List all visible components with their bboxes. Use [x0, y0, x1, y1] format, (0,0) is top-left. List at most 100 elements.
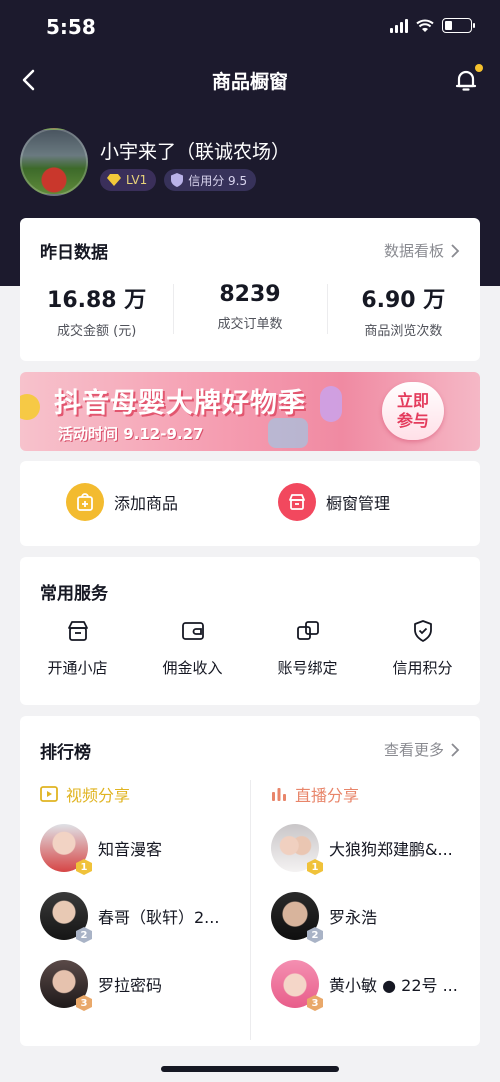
user-name: 小宇来了（联诚农场）	[100, 141, 291, 163]
service-commission[interactable]: 佣金收入	[135, 617, 250, 678]
avatar: 2	[271, 892, 323, 943]
join-label-2: 参与	[396, 411, 429, 430]
shop-icon	[67, 621, 88, 641]
rank-name: 大狼狗郑建鹏&...	[329, 840, 453, 859]
join-now-button[interactable]: 立即 参与	[382, 382, 444, 440]
stat-unit: 万	[124, 288, 147, 313]
wifi-icon	[416, 19, 434, 32]
shield-icon	[171, 173, 184, 187]
credit-text: 信用分 9.5	[188, 173, 248, 188]
service-credit-score[interactable]: 信用积分	[365, 617, 480, 678]
services-grid: 开通小店 佣金收入 账号绑定 信用积分	[20, 617, 480, 678]
live-share-tab[interactable]: 直播分享	[271, 782, 359, 806]
play-icon	[40, 786, 58, 802]
avatar: 2	[40, 892, 92, 943]
list-item[interactable]: 2 罗永浩	[271, 892, 471, 943]
live-share-label: 直播分享	[295, 786, 360, 805]
join-label-1: 立即	[396, 391, 429, 410]
service-label: 开通小店	[47, 659, 108, 677]
rank-number: 1	[76, 859, 92, 875]
rank-name: 罗拉密码	[98, 976, 163, 995]
rank-number: 3	[76, 995, 92, 1011]
manage-window-label: 橱窗管理	[326, 494, 391, 513]
status-icons	[390, 18, 475, 33]
bar-chart-icon	[272, 788, 286, 801]
page-title: 商品橱窗	[211, 71, 288, 93]
live-ranking-column: 直播分享 1 大狼狗郑建鹏&... 2 罗永浩 3 黄小敏 ● 22号 ...	[250, 780, 480, 1040]
stat-orders[interactable]: 8239 成交订单数	[173, 282, 326, 339]
notification-dot	[475, 64, 483, 72]
service-label: 佣金收入	[162, 659, 223, 677]
yesterday-data-card: 昨日数据 数据看板 16.88 万 成交金额 (元) 8239 成交订单数 6.…	[20, 218, 480, 361]
bag-plus-icon	[66, 483, 104, 521]
list-item[interactable]: 1 知音漫客	[40, 824, 240, 875]
notifications-button[interactable]	[452, 64, 483, 94]
banner-date: 活动时间 9.12-9.27	[58, 425, 204, 443]
see-more-label: 查看更多	[383, 741, 444, 759]
bottle-decoration	[320, 386, 342, 422]
see-more-link[interactable]: 查看更多	[384, 739, 460, 760]
list-item[interactable]: 2 春哥（耿轩）2...	[40, 892, 240, 943]
home-indicator[interactable]	[161, 1066, 339, 1072]
rank-name: 知音漫客	[98, 840, 163, 859]
avatar: 1	[271, 824, 323, 875]
banner-title: 抖音母婴大牌好物季	[54, 388, 306, 419]
data-dashboard-label: 数据看板	[383, 242, 444, 260]
stat-label: 成交订单数	[217, 317, 283, 332]
credit-badge[interactable]: 信用分 9.5	[164, 169, 257, 191]
avatar: 3	[271, 960, 323, 1011]
stat-value: 16.88	[47, 288, 117, 313]
data-dashboard-link[interactable]: 数据看板	[384, 240, 460, 261]
avatar: 3	[40, 960, 92, 1011]
promo-banner[interactable]: 抖音母婴大牌好物季 活动时间 9.12-9.27 立即 参与	[20, 372, 480, 451]
add-product-label: 添加商品	[114, 494, 179, 513]
store-icon	[278, 483, 316, 521]
ranking-title: 排行榜	[40, 743, 91, 763]
service-label: 信用积分	[392, 659, 453, 677]
shield-check-icon	[413, 620, 432, 642]
list-item[interactable]: 3 罗拉密码	[40, 960, 240, 1011]
rank-name: 罗永浩	[329, 908, 378, 927]
stat-value: 6.90	[361, 288, 416, 313]
rank-number: 2	[307, 927, 323, 943]
manage-window-button[interactable]: 橱窗管理	[278, 483, 390, 521]
battery-icon	[442, 18, 475, 33]
signal-icon	[390, 18, 408, 33]
data-card-title: 昨日数据	[40, 243, 108, 263]
rank-name: 黄小敏 ● 22号 ...	[329, 976, 458, 995]
stat-unit: 万	[423, 288, 446, 313]
service-account-binding[interactable]: 账号绑定	[250, 617, 365, 678]
quick-actions-card: 添加商品 橱窗管理	[20, 461, 480, 546]
list-item[interactable]: 1 大狼狗郑建鹏&...	[271, 824, 471, 875]
nav-bar: 商品橱窗	[0, 56, 500, 104]
service-open-shop[interactable]: 开通小店	[20, 617, 135, 678]
services-title: 常用服务	[40, 584, 108, 604]
stats-row: 16.88 万 成交金额 (元) 8239 成交订单数 6.90 万 商品浏览次…	[20, 282, 480, 339]
level-badge[interactable]: LV1	[100, 169, 157, 191]
video-share-tab[interactable]: 视频分享	[40, 782, 130, 806]
logo-decoration	[268, 418, 308, 448]
badges: LV1 信用分 9.5	[100, 169, 257, 191]
diamond-icon	[107, 174, 121, 186]
chevron-right-icon	[451, 742, 460, 757]
stat-gmv[interactable]: 16.88 万 成交金额 (元)	[20, 282, 173, 339]
video-share-label: 视频分享	[66, 786, 131, 805]
ranking-card: 排行榜 查看更多 视频分享 1 知音漫客 2 春哥（耿轩）2... 3 罗拉密码…	[20, 716, 480, 1046]
stat-views[interactable]: 6.90 万 商品浏览次数	[326, 282, 480, 339]
status-bar: 5:58	[0, 0, 500, 56]
rank-number: 2	[76, 927, 92, 943]
bell-decoration	[20, 394, 40, 420]
rank-number: 3	[307, 995, 323, 1011]
stat-label: 商品浏览次数	[364, 324, 443, 339]
avatar[interactable]	[20, 128, 88, 196]
list-item[interactable]: 3 黄小敏 ● 22号 ...	[271, 960, 471, 1011]
avatar: 1	[40, 824, 92, 875]
wallet-icon	[181, 622, 204, 640]
stat-label: 成交金额 (元)	[57, 324, 137, 339]
rank-name: 春哥（耿轩）2...	[98, 908, 220, 927]
level-text: LV1	[126, 173, 148, 187]
chevron-right-icon	[451, 243, 460, 258]
video-ranking-column: 视频分享 1 知音漫客 2 春哥（耿轩）2... 3 罗拉密码	[20, 780, 250, 1040]
profile-header: 小宇来了（联诚农场） LV1 信用分 9.5	[20, 128, 480, 198]
add-product-button[interactable]: 添加商品	[66, 483, 178, 521]
